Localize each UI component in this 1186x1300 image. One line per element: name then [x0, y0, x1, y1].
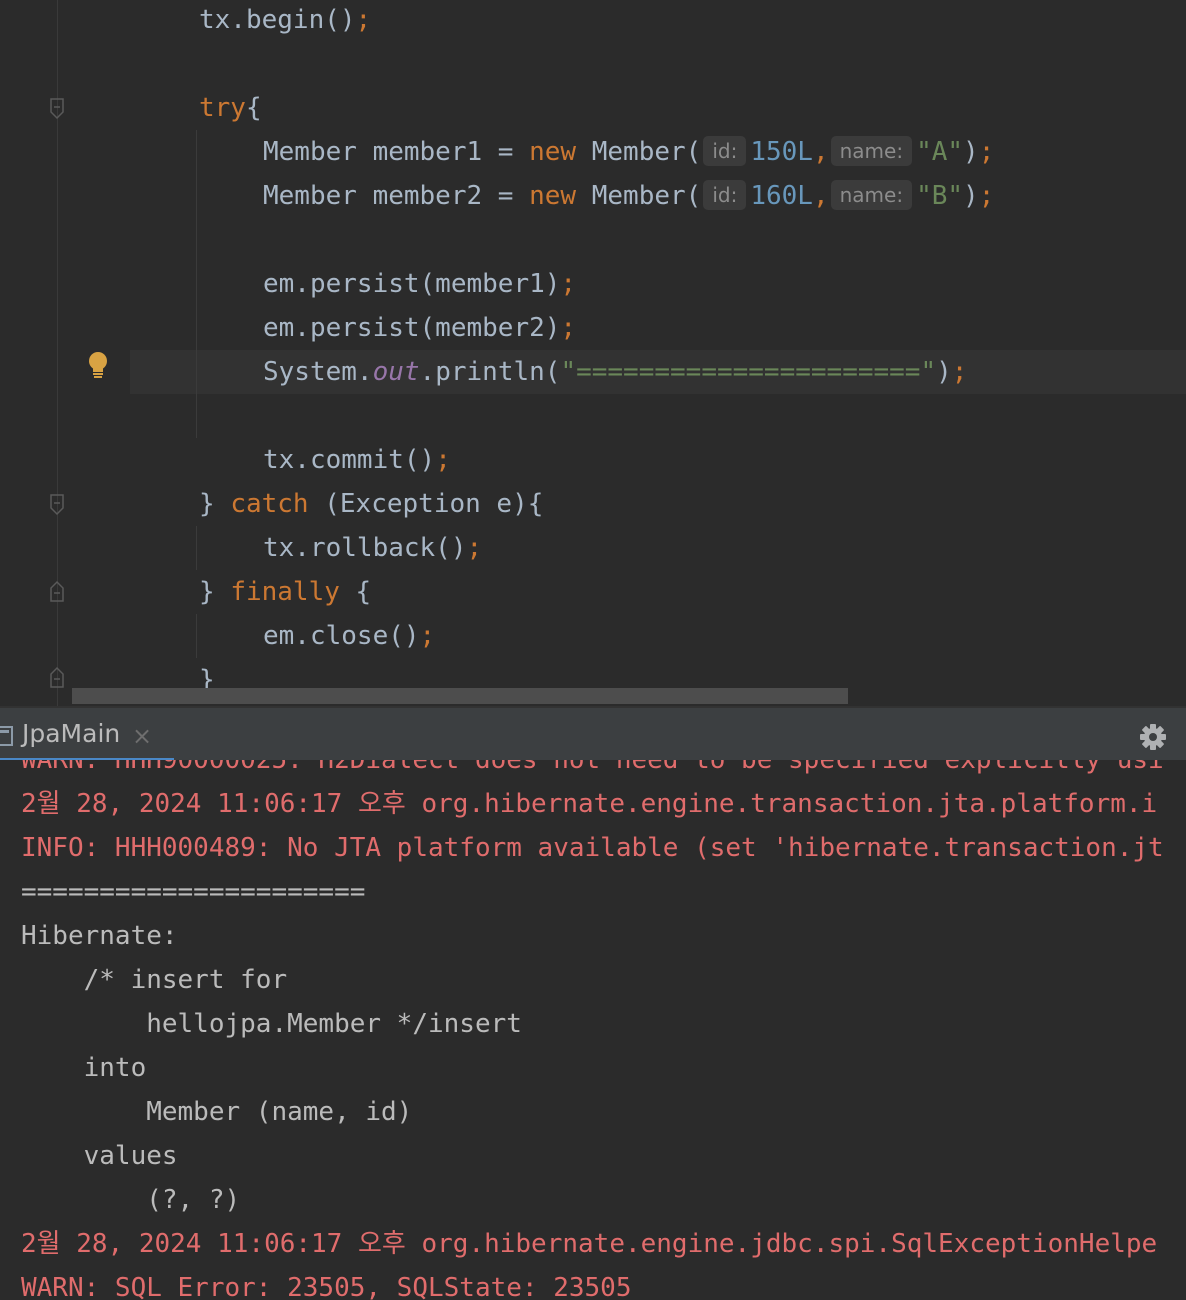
- code-line-rollback[interactable]: tx.rollback();: [263, 526, 482, 570]
- run-console-icon: [0, 726, 14, 746]
- lightbulb-icon[interactable]: [86, 350, 110, 380]
- fold-marker-icon[interactable]: [50, 494, 64, 516]
- console-line: 2월 28, 2024 11:06:17 오후 org.hibernate.en…: [21, 789, 1158, 819]
- console-line: WARN: HHH90000025: H2Dialect does not ne…: [21, 760, 1164, 775]
- run-tool-window-header: JpaMain ×: [0, 706, 1186, 762]
- code-editor[interactable]: tx.begin(); try{ Member member1 = new Me…: [0, 0, 1186, 706]
- tab-label: JpaMain: [22, 719, 121, 748]
- parameter-hint-name: name:: [830, 135, 913, 166]
- console-output[interactable]: WARN: HHH90000025: H2Dialect does not ne…: [0, 760, 1186, 1300]
- code-line-persist2[interactable]: em.persist(member2);: [263, 306, 576, 350]
- console-line: hellojpa.Member */insert: [21, 1009, 538, 1039]
- code-line-close[interactable]: em.close();: [263, 614, 435, 658]
- console-line: Member (name, id): [21, 1097, 428, 1127]
- fold-marker-icon[interactable]: [50, 666, 64, 688]
- editor-gutter: [0, 0, 130, 706]
- indent-guide: [196, 130, 197, 438]
- console-line: into: [21, 1053, 147, 1083]
- parameter-hint-id: id:: [703, 135, 747, 166]
- indent-guide: [196, 614, 197, 658]
- code-line-finally[interactable]: } finally {: [199, 570, 371, 614]
- console-line: WARN: SQL Error: 23505, SQLState: 23505: [21, 1273, 632, 1300]
- parameter-hint-id: id:: [703, 179, 747, 210]
- console-line: ======================: [21, 877, 366, 907]
- gear-icon[interactable]: [1138, 722, 1168, 752]
- code-line-persist1[interactable]: em.persist(member1);: [263, 262, 576, 306]
- code-line-member2[interactable]: Member member2 = new Member(id: 160L, name…: [263, 174, 994, 218]
- code-line-member1[interactable]: Member member1 = new Member(id: 150L, name…: [263, 130, 994, 174]
- fold-marker-icon[interactable]: [50, 98, 64, 120]
- code-line-try[interactable]: try{: [199, 86, 262, 130]
- console-line: Hibernate:: [21, 921, 194, 951]
- fold-marker-icon[interactable]: [50, 580, 64, 602]
- console-line: values: [21, 1141, 178, 1171]
- tab-jpamain[interactable]: JpaMain ×: [0, 708, 174, 762]
- code-line-tx-begin[interactable]: tx.begin();: [199, 0, 371, 42]
- indent-guide: [196, 526, 197, 570]
- console-line: 2월 28, 2024 11:06:17 오후 org.hibernate.en…: [21, 1229, 1158, 1259]
- horizontal-scrollbar[interactable]: [72, 688, 848, 704]
- console-line: /* insert for: [21, 965, 288, 995]
- code-line-catch[interactable]: } catch (Exception e){: [199, 482, 543, 526]
- parameter-hint-name: name:: [830, 179, 913, 210]
- console-line: (?, ?): [21, 1185, 241, 1215]
- console-line: INFO: HHH000489: No JTA platform availab…: [21, 833, 1164, 863]
- code-line-commit[interactable]: tx.commit();: [263, 438, 451, 482]
- close-icon[interactable]: ×: [132, 722, 152, 750]
- code-line-println[interactable]: System.out.println("====================…: [263, 350, 967, 394]
